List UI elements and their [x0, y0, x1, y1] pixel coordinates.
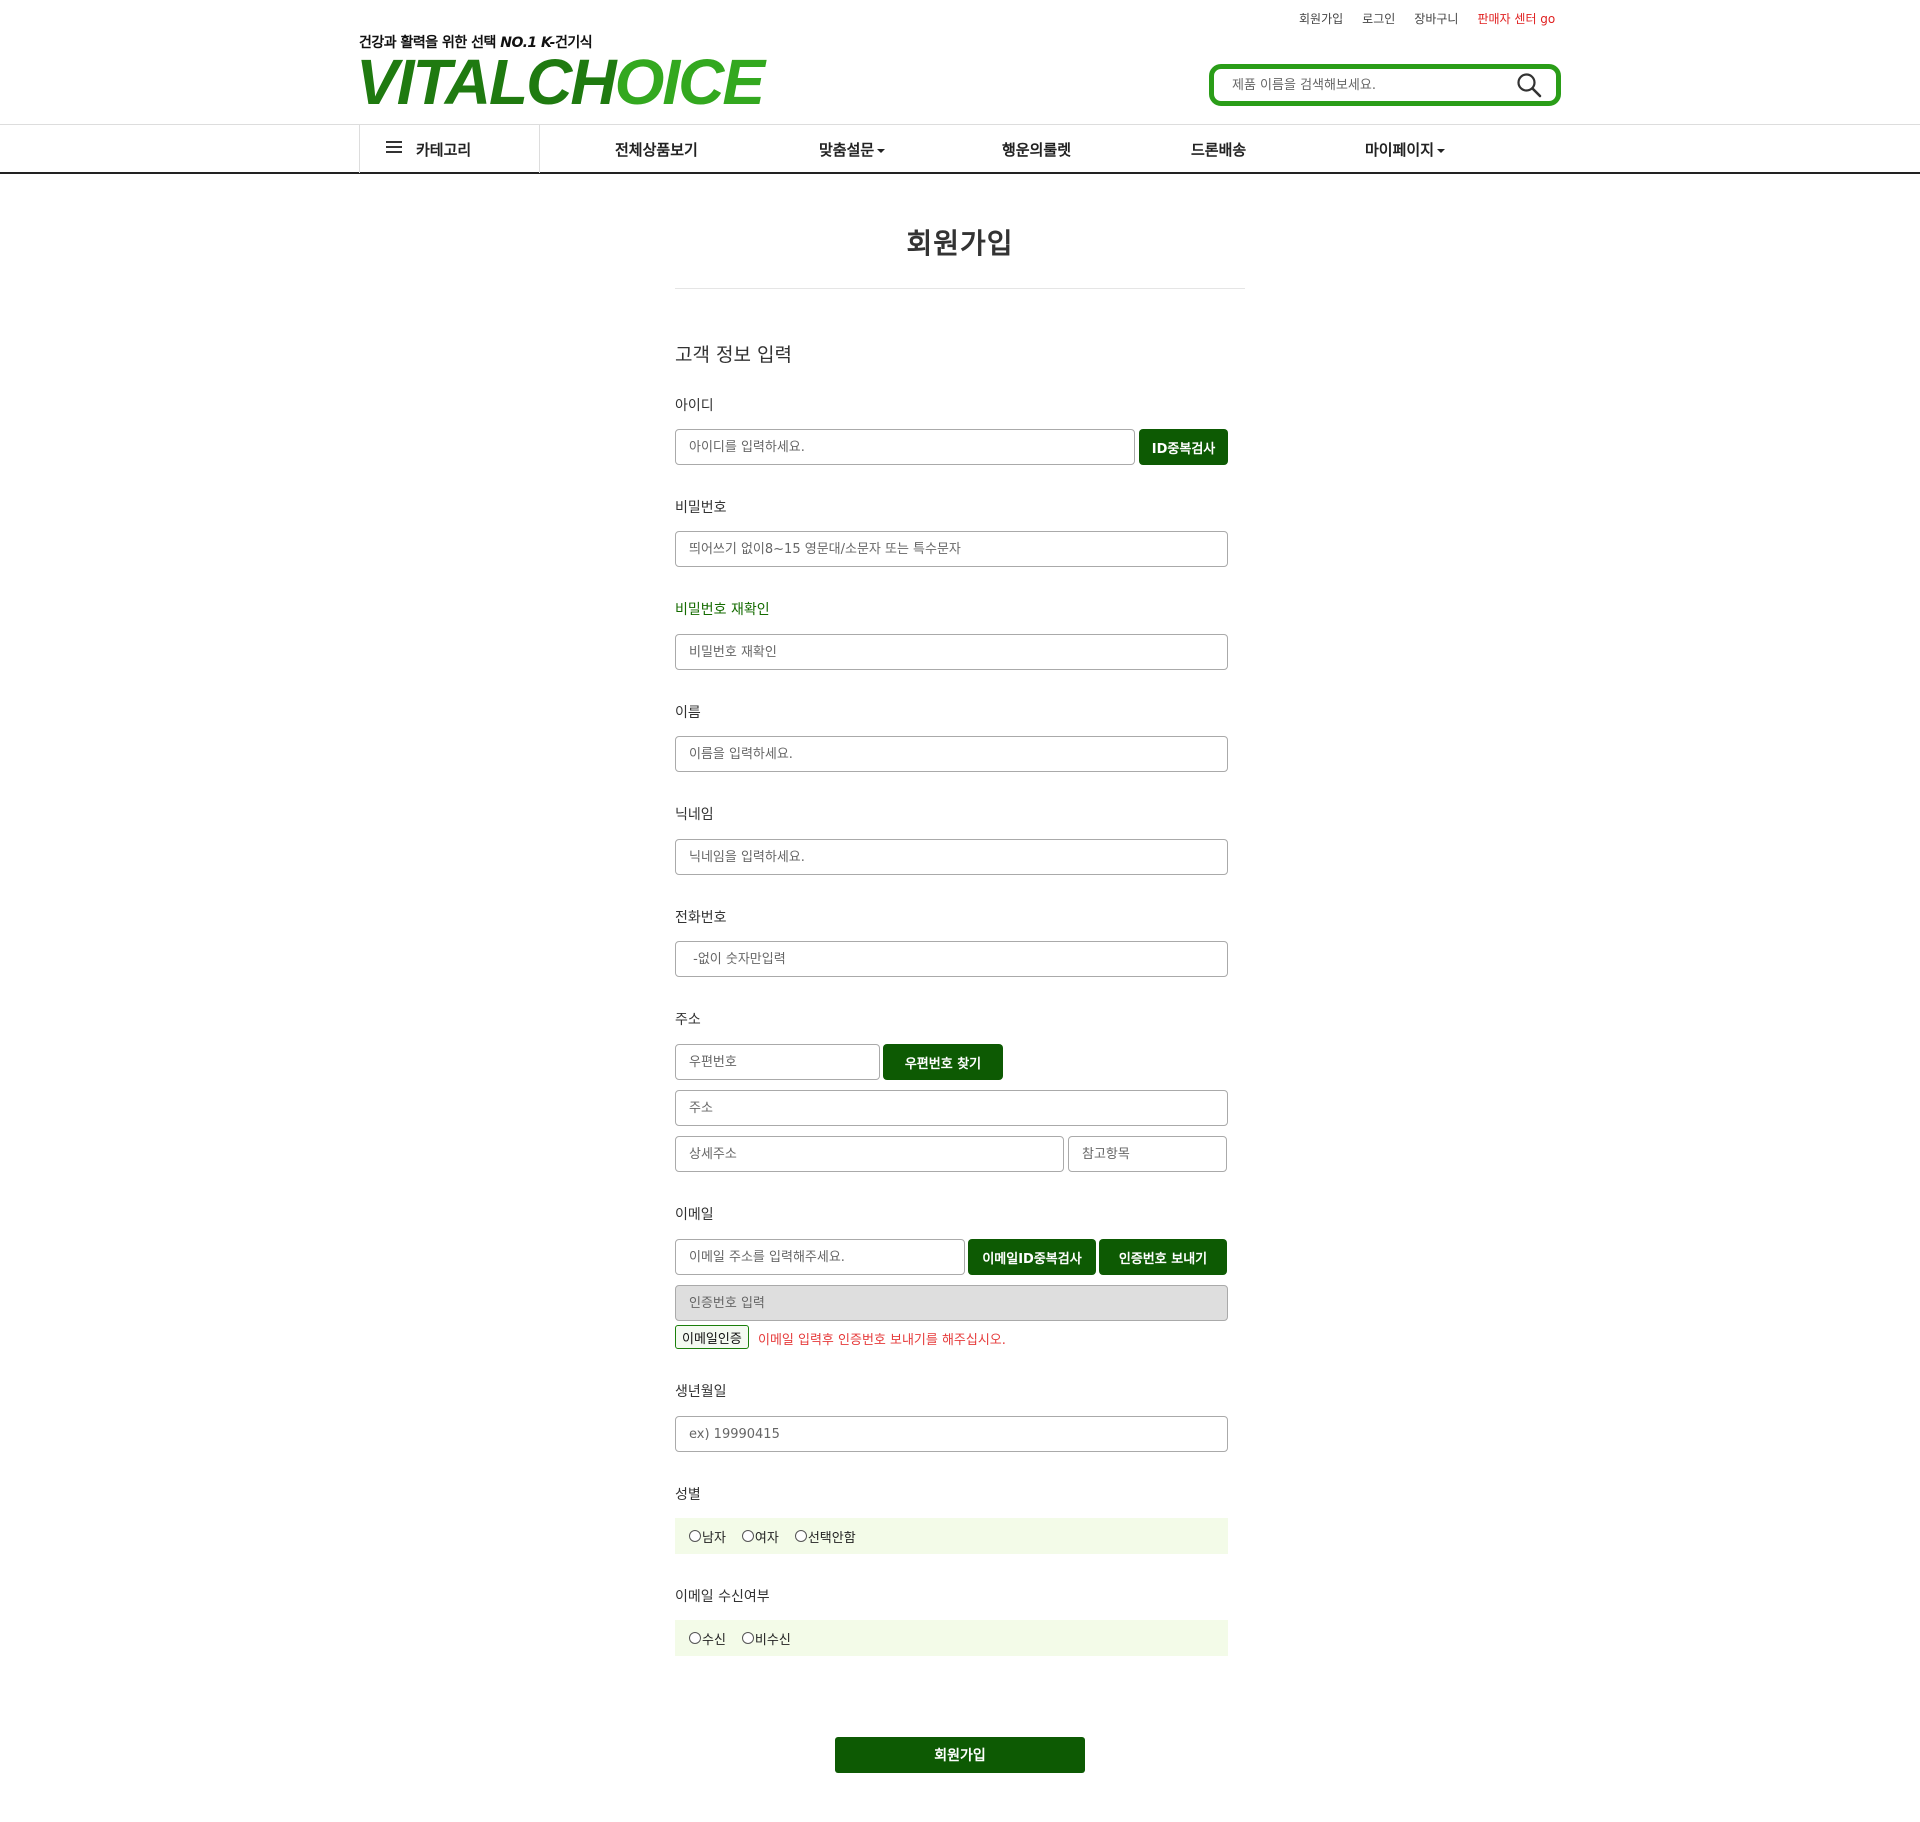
search-input[interactable]	[1230, 76, 1516, 94]
caret-down-icon	[877, 148, 886, 153]
nav-item-mypage[interactable]: 마이페이지	[1365, 125, 1446, 173]
section-title: 고객 정보 입력	[675, 344, 792, 366]
zipcode-input[interactable]	[675, 1044, 880, 1080]
send-code-button[interactable]: 인증번호 보내기	[1099, 1239, 1227, 1275]
email-input[interactable]	[675, 1239, 965, 1275]
nickname-input[interactable]	[675, 839, 1228, 875]
site-logo[interactable]: VITALCHOICE	[356, 50, 765, 114]
nav-item-survey[interactable]: 맞춤설문	[819, 125, 886, 173]
phone-input[interactable]	[675, 941, 1228, 977]
category-menu-button[interactable]: 카테고리	[359, 125, 540, 173]
signup-link[interactable]: 회원가입	[1299, 10, 1343, 27]
radio-label: 남자	[702, 1530, 726, 1546]
birthdate-input[interactable]	[675, 1416, 1228, 1452]
main-nav: 카테고리 전체상품보기 맞춤설문 행운의룰렛 드론배송 마이페이지	[0, 124, 1920, 174]
category-label: 카테고리	[416, 140, 472, 159]
email-verify-button[interactable]: 이메일인증	[675, 1325, 749, 1349]
caret-down-icon	[1437, 148, 1446, 153]
email-duplicate-check-button[interactable]: 이메일ID중복검사	[968, 1239, 1096, 1275]
search-box	[1209, 64, 1561, 106]
cart-link[interactable]: 장바구니	[1414, 10, 1458, 27]
nav-label: 맞춤설문	[819, 140, 875, 159]
gender-option-male[interactable]: 남자	[689, 1527, 726, 1546]
radio-label: 여자	[754, 1530, 779, 1546]
name-input[interactable]	[675, 736, 1228, 772]
email-label: 이메일	[675, 1207, 714, 1223]
radio-icon[interactable]	[794, 1530, 807, 1542]
address-label: 주소	[675, 1012, 701, 1028]
password-confirm-label: 비밀번호 재확인	[675, 602, 770, 618]
address-extra-input[interactable]	[1068, 1136, 1227, 1172]
radio-label: 수신	[702, 1632, 726, 1648]
id-input[interactable]	[675, 429, 1135, 465]
nav-label: 드론배송	[1191, 140, 1247, 159]
gender-option-female[interactable]: 여자	[741, 1527, 779, 1546]
radio-label: 선택안함	[807, 1530, 856, 1546]
password-input[interactable]	[675, 531, 1228, 567]
email-consent-radio-group: 수신 비수신	[675, 1620, 1228, 1656]
page-title: 회원가입	[906, 227, 1014, 260]
radio-icon[interactable]	[689, 1632, 701, 1644]
nav-label: 마이페이지	[1365, 140, 1435, 159]
nav-label: 전체상품보기	[615, 140, 698, 159]
search-icon[interactable]	[1516, 72, 1542, 98]
password-label: 비밀번호	[675, 500, 727, 516]
gender-label: 성별	[675, 1487, 701, 1503]
phone-label: 전화번호	[675, 910, 727, 926]
logo-text-left: VITALCH	[356, 46, 617, 118]
email-consent-option-no[interactable]: 비수신	[741, 1629, 791, 1648]
nav-item-drone-delivery[interactable]: 드론배송	[1191, 125, 1246, 173]
logo-text-right: ICE	[662, 46, 765, 118]
email-consent-option-yes[interactable]: 수신	[689, 1629, 726, 1648]
radio-icon[interactable]	[689, 1530, 701, 1542]
radio-label: 비수신	[754, 1632, 791, 1648]
nav-item-all-products[interactable]: 전체상품보기	[615, 125, 698, 173]
nickname-label: 닉네임	[675, 807, 714, 823]
nav-item-roulette[interactable]: 행운의룰렛	[1002, 125, 1071, 173]
utility-links: 회원가입 로그인 장바구니 판매자 센터 go	[1299, 10, 1555, 27]
nav-label: 행운의룰렛	[1002, 140, 1072, 159]
radio-icon[interactable]	[741, 1632, 754, 1644]
logo-text-mid: O	[614, 46, 665, 118]
id-label: 아이디	[675, 398, 714, 414]
password-confirm-input[interactable]	[675, 634, 1228, 670]
title-divider	[675, 288, 1245, 289]
address-input[interactable]	[675, 1090, 1228, 1126]
seller-center-link[interactable]: 판매자 센터 go	[1477, 10, 1555, 27]
birthdate-label: 생년월일	[675, 1384, 727, 1400]
radio-icon[interactable]	[741, 1530, 754, 1542]
gender-option-none[interactable]: 선택안함	[794, 1527, 856, 1546]
name-label: 이름	[675, 705, 701, 721]
login-link[interactable]: 로그인	[1362, 10, 1395, 27]
gender-radio-group: 남자 여자 선택안함	[675, 1518, 1228, 1554]
signup-submit-button[interactable]: 회원가입	[835, 1737, 1085, 1773]
id-duplicate-check-button[interactable]: ID중복검사	[1139, 429, 1228, 465]
hamburger-icon	[386, 140, 402, 158]
verification-code-input[interactable]	[675, 1285, 1228, 1321]
address-detail-input[interactable]	[675, 1136, 1064, 1172]
email-consent-label: 이메일 수신여부	[675, 1589, 770, 1605]
email-warning-text: 이메일 입력후 인증번호 보내기를 해주십시오.	[758, 1333, 1006, 1348]
zipcode-search-button[interactable]: 우편번호 찾기	[883, 1044, 1003, 1080]
